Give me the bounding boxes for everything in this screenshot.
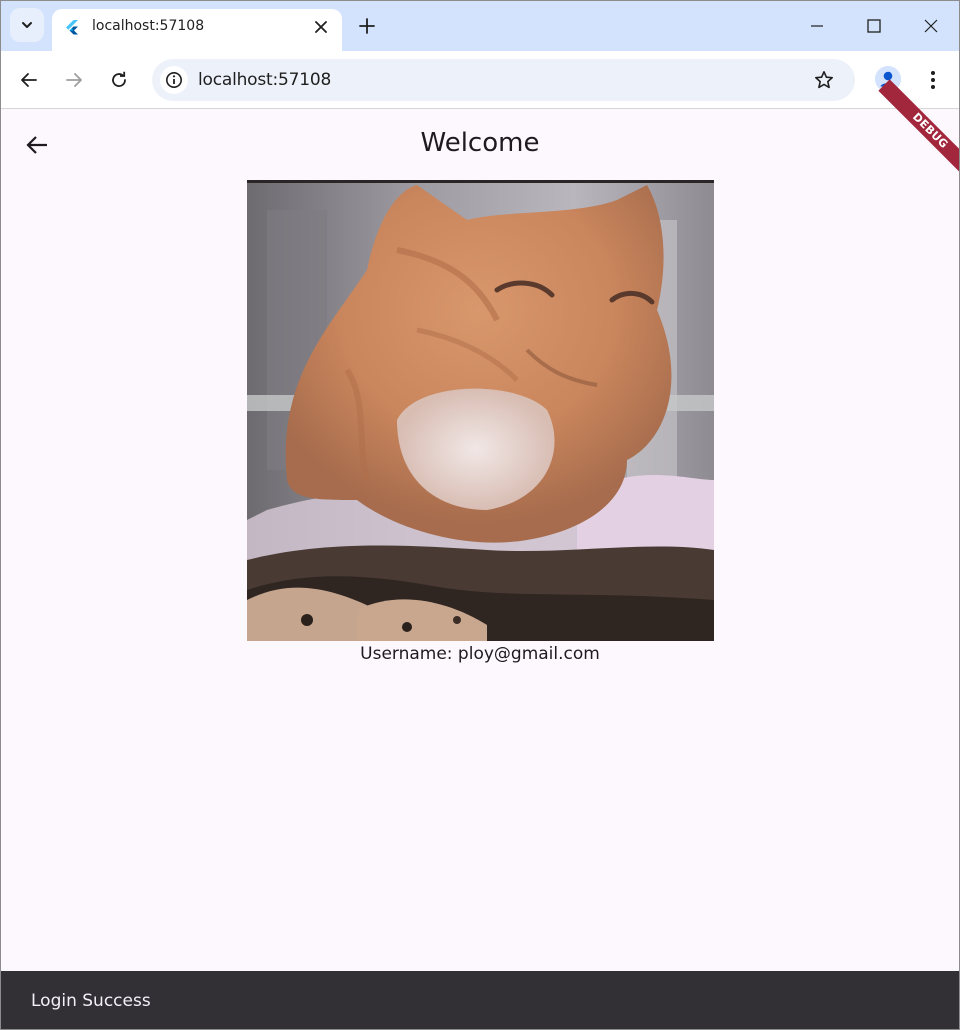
maximize-icon [867, 19, 881, 33]
minimize-icon [811, 25, 823, 27]
cat-photo-illustration [247, 180, 714, 641]
maximize-button[interactable] [863, 15, 885, 37]
site-info-button[interactable] [160, 66, 188, 94]
more-vert-icon [931, 71, 935, 89]
chevron-down-icon [22, 22, 32, 28]
page-title: Welcome [420, 128, 540, 158]
bookmark-button[interactable] [812, 68, 836, 92]
snackbar-message: Login Success [31, 991, 151, 1011]
arrow-right-icon [66, 73, 82, 87]
address-bar[interactable]: localhost:57108 [152, 59, 855, 101]
browser-menu-button[interactable] [923, 68, 943, 92]
browser-window: localhost:57108 localhost:57108 Welcome … [0, 0, 960, 1030]
close-window-button[interactable] [920, 15, 942, 37]
app-page: Welcome DEBUG Username: ploy@gmail.com [1, 79, 959, 971]
new-tab-button[interactable] [357, 16, 377, 36]
tab-search-button[interactable] [10, 8, 44, 42]
tab-strip: localhost:57108 [1, 1, 959, 51]
cat-image [247, 180, 714, 641]
reload-icon [112, 71, 126, 87]
info-icon [166, 72, 182, 88]
plus-icon [359, 18, 375, 34]
tab-title: localhost:57108 [92, 18, 205, 34]
tab-close-button[interactable] [312, 18, 330, 36]
nav-forward-button[interactable] [62, 68, 86, 92]
username-text: Username: ploy@gmail.com [360, 644, 600, 664]
nav-back-button[interactable] [17, 68, 41, 92]
star-icon [815, 71, 833, 89]
browser-toolbar: localhost:57108 [1, 51, 959, 109]
reload-button[interactable] [107, 68, 131, 92]
url-text[interactable]: localhost:57108 [198, 70, 331, 90]
close-icon [924, 19, 938, 33]
browser-tab[interactable]: localhost:57108 [52, 9, 342, 51]
arrow-left-icon [21, 73, 37, 87]
minimize-button[interactable] [806, 15, 828, 37]
flutter-icon [66, 20, 78, 35]
snackbar: Login Success [1, 971, 959, 1029]
close-icon [315, 21, 327, 33]
